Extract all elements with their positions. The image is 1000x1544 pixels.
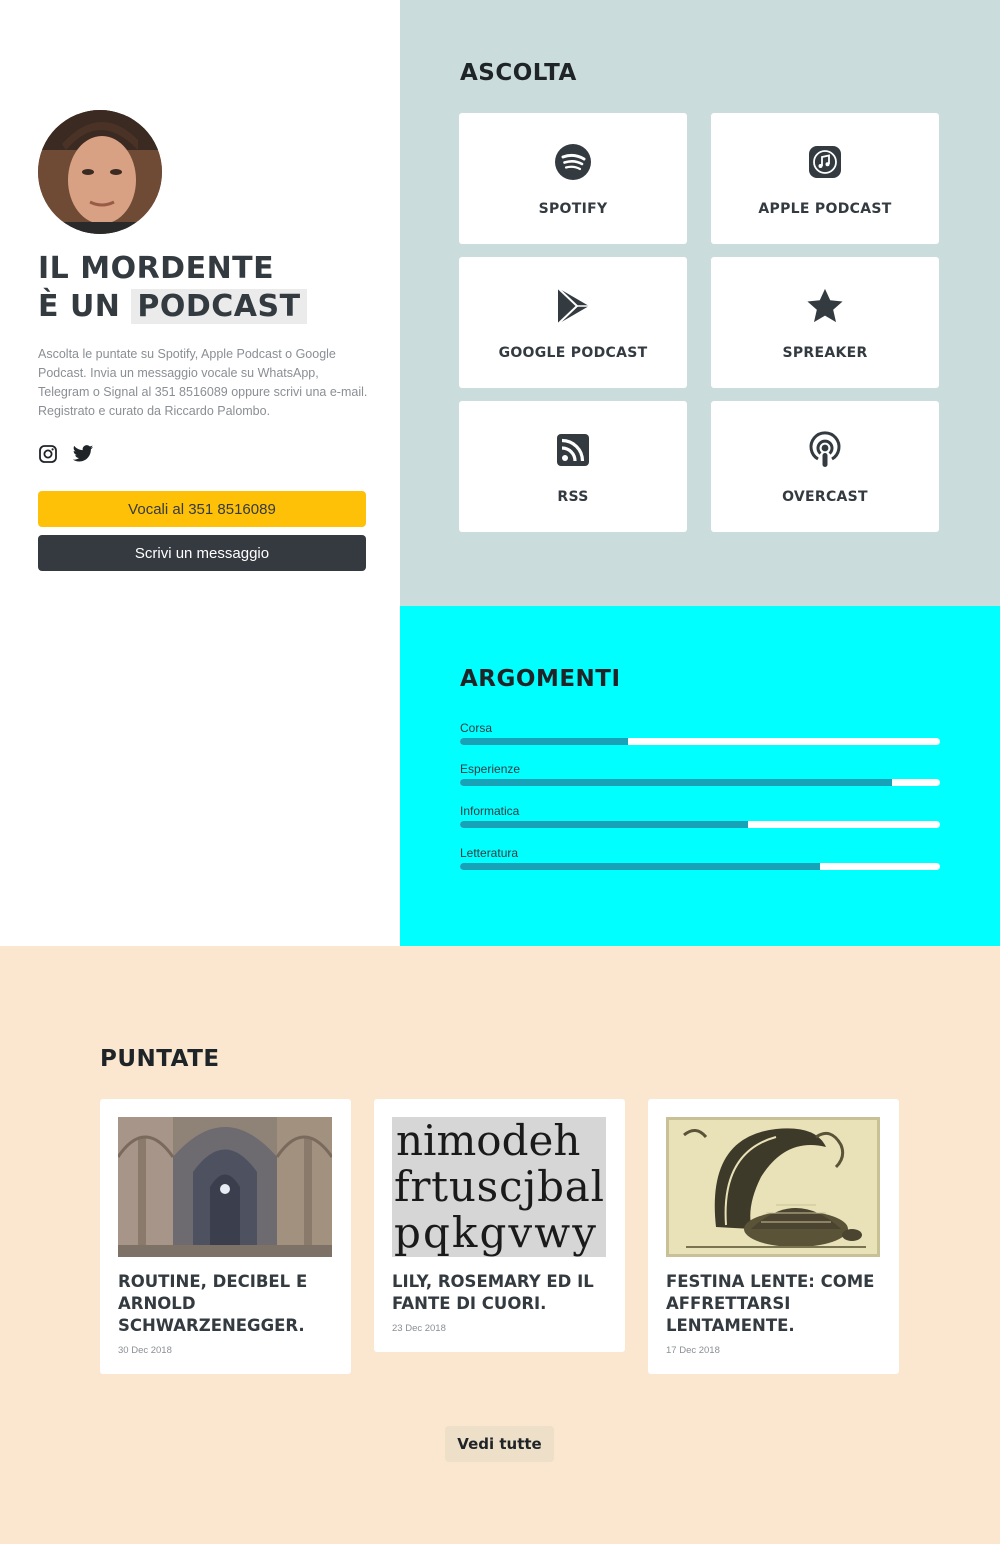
write-message-button[interactable]: Scrivi un messaggio <box>38 535 366 571</box>
episodes-title: PUNTATE <box>100 1046 220 1072</box>
specimen-line-3: pqkgvwy <box>394 1208 596 1257</box>
platform-card-overcast[interactable]: OVERCAST <box>711 401 939 532</box>
episode-date: 30 Dec 2018 <box>118 1345 172 1356</box>
topic-item: Corsa <box>460 721 940 745</box>
episode-thumbnail-engraving <box>666 1117 880 1257</box>
platform-label: RSS <box>557 489 589 505</box>
topic-progress-bar <box>460 779 940 786</box>
topic-progress-fill <box>460 863 820 870</box>
rss-icon <box>554 431 592 469</box>
topic-progress-bar <box>460 738 940 745</box>
platform-card-spreaker[interactable]: SPREAKER <box>711 257 939 388</box>
platform-label: GOOGLE PODCAST <box>498 345 648 361</box>
topic-label: Corsa <box>460 721 493 735</box>
specimen-line-1: nimodeh <box>396 1117 580 1165</box>
listen-title: ASCOLTA <box>460 60 577 86</box>
episode-card[interactable]: nimodeh frtuscjbal pqkgvwy LILY, ROSEMAR… <box>374 1099 625 1352</box>
platform-label: SPOTIFY <box>538 201 608 217</box>
instagram-icon[interactable] <box>38 444 58 464</box>
topic-item: Esperienze <box>460 762 940 786</box>
platform-label: OVERCAST <box>782 489 868 505</box>
topic-progress-bar <box>460 821 940 828</box>
avatar <box>38 110 162 234</box>
profile-section: IL MORDENTE È UN PODCAST Ascolta le punt… <box>0 0 400 946</box>
topic-label: Esperienze <box>460 762 521 776</box>
episode-date: 23 Dec 2018 <box>392 1323 446 1334</box>
google-play-icon <box>554 287 592 325</box>
platform-label: SPREAKER <box>782 345 868 361</box>
episode-card[interactable]: ROUTINE, DECIBEL E ARNOLD SCHWARZENEGGER… <box>100 1099 351 1374</box>
listen-section: ASCOLTA SPOTIFY APPLE PODCAST GOOGLE POD… <box>400 0 1000 606</box>
platform-label: APPLE PODCAST <box>758 201 892 217</box>
page-title: IL MORDENTE È UN PODCAST <box>38 250 307 326</box>
podcast-icon <box>806 431 844 469</box>
topics-section: ARGOMENTI Corsa Esperienze Informatica L… <box>400 606 1000 946</box>
social-links <box>38 444 94 464</box>
episode-title: LILY, ROSEMARY ED IL FANTE DI CUORI. <box>392 1272 594 1313</box>
topic-label: Letteratura <box>460 846 519 860</box>
star-icon <box>806 287 844 325</box>
topics-title: ARGOMENTI <box>460 666 621 692</box>
apple-podcast-icon <box>806 143 844 181</box>
voice-message-button[interactable]: Vocali al 351 8516089 <box>38 491 366 527</box>
topic-progress-fill <box>460 821 748 828</box>
platform-card-apple-podcast[interactable]: APPLE PODCAST <box>711 113 939 244</box>
platform-card-rss[interactable]: RSS <box>459 401 687 532</box>
topic-item: Informatica <box>460 804 940 828</box>
topic-progress-fill <box>460 779 892 786</box>
topic-progress-bar <box>460 863 940 870</box>
episode-card[interactable]: FESTINA LENTE: COME AFFRETTARSI LENTAMEN… <box>648 1099 899 1374</box>
specimen-line-2: frtuscjbal <box>394 1162 604 1211</box>
title-highlight: PODCAST <box>131 289 307 324</box>
episode-thumbnail-cathedral <box>118 1117 332 1257</box>
spotify-icon <box>554 143 592 181</box>
platform-card-spotify[interactable]: SPOTIFY <box>459 113 687 244</box>
episode-thumbnail-typeface: nimodeh frtuscjbal pqkgvwy <box>392 1117 606 1257</box>
topic-progress-fill <box>460 738 628 745</box>
topic-item: Letteratura <box>460 846 940 870</box>
episode-title: ROUTINE, DECIBEL E ARNOLD SCHWARZENEGGER… <box>118 1272 308 1335</box>
title-line-1: IL MORDENTE <box>38 251 275 286</box>
topic-label: Informatica <box>460 804 520 818</box>
profile-description: Ascolta le puntate su Spotify, Apple Pod… <box>38 347 368 418</box>
twitter-icon[interactable] <box>72 444 94 464</box>
title-line-2-prefix: È UN <box>38 289 121 324</box>
episode-date: 17 Dec 2018 <box>666 1345 720 1356</box>
see-all-button[interactable]: Vedi tutte <box>445 1426 554 1462</box>
episode-title: FESTINA LENTE: COME AFFRETTARSI LENTAMEN… <box>666 1272 875 1335</box>
platform-card-google-podcast[interactable]: GOOGLE PODCAST <box>459 257 687 388</box>
episodes-section: PUNTATE ROUTINE, DECIBEL E ARNOLD SCHWAR… <box>0 946 1000 1544</box>
